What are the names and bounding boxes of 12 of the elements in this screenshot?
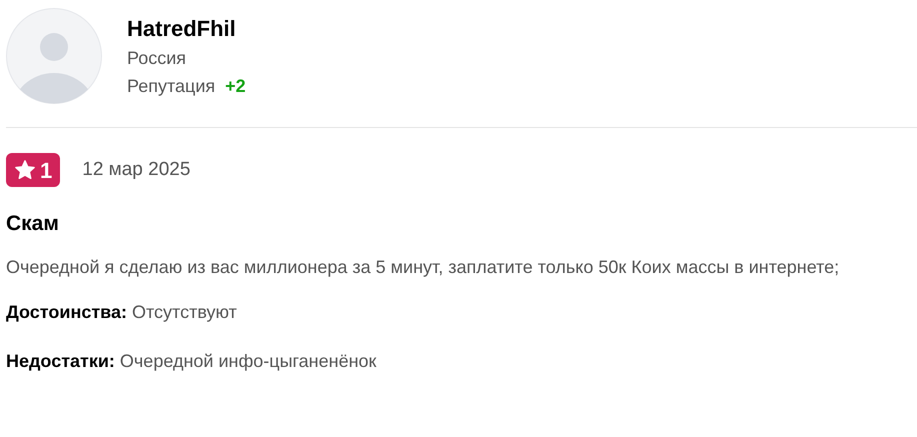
- rating-badge: 1: [6, 153, 60, 187]
- review-title: Скам: [6, 211, 60, 237]
- user-name[interactable]: HatredFhil: [127, 14, 246, 44]
- review-cons: Недостатки: Очередной инфо-цыганенёнок: [6, 350, 378, 373]
- user-country: Россия: [127, 47, 188, 70]
- star-icon: [14, 159, 36, 181]
- review-text: Очередной я сделаю из вас миллионера за 5 минут, заплатите только 50к Коих массы в интернете;: [6, 256, 840, 279]
- review-date: 12 мар 2025: [82, 158, 190, 182]
- avatar-icon: [6, 8, 102, 104]
- review-pros: Достоинства: Отсутствуют: [6, 301, 238, 324]
- reputation-value: +2: [225, 75, 246, 98]
- reputation-label: Репутация: [127, 75, 216, 98]
